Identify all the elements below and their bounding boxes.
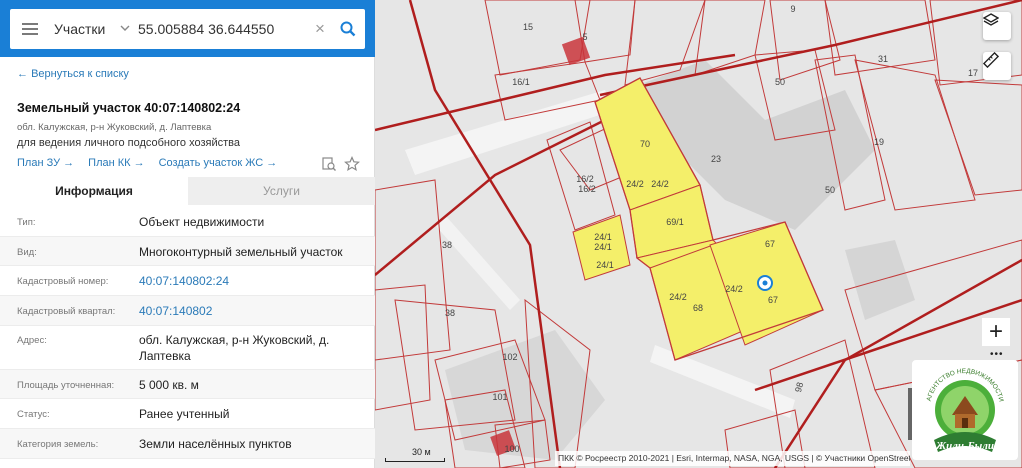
- parcel-label: 24/2: [626, 179, 644, 189]
- parcel-label: 24/2: [651, 179, 669, 189]
- parcel-label: 50: [775, 77, 785, 87]
- property-label: Кадастровый номер:: [17, 276, 109, 287]
- parcel-label: 24/2: [669, 292, 687, 302]
- property-row: Категория земель: Земли населённых пункт…: [0, 429, 375, 459]
- parcel-label: 16/1: [512, 77, 530, 87]
- parcel-label: 15: [523, 22, 533, 32]
- property-label: Площадь уточненная:: [17, 380, 115, 391]
- parcel-label: 102: [502, 352, 517, 362]
- back-arrow-icon: ←: [17, 68, 28, 80]
- property-label: Адрес:: [17, 335, 47, 346]
- property-label: Тип:: [17, 217, 36, 228]
- menu-icon[interactable]: [10, 9, 50, 49]
- create-plot-link[interactable]: Создать участок ЖС →: [159, 157, 278, 169]
- property-value: Ранее учтенный: [139, 407, 230, 421]
- layers-icon: [983, 13, 999, 26]
- search-box: Участки 55.005884 36.644550 ×: [10, 9, 365, 49]
- property-label: Категория земель:: [17, 439, 99, 450]
- search-document-icon[interactable]: [321, 156, 337, 172]
- parcel-label: 31: [878, 54, 888, 64]
- property-row: Тип: Объект недвижимости: [0, 207, 375, 237]
- chevron-down-icon[interactable]: [120, 23, 138, 35]
- search-mode-select[interactable]: Участки: [54, 21, 120, 37]
- ruler-icon: [983, 52, 999, 68]
- layers-button[interactable]: [983, 12, 1011, 40]
- svg-text:Жили-Были: Жили-Были: [935, 440, 994, 452]
- ruler-button[interactable]: [983, 52, 1011, 80]
- property-label: Вид:: [17, 247, 37, 258]
- property-value: Земли населённых пунктов: [139, 437, 292, 451]
- scale-label: 30 м: [412, 447, 431, 457]
- parcel-label: 67: [765, 239, 775, 249]
- parcel-label: 17: [968, 68, 978, 78]
- property-row: Адрес: обл. Калужская, р-н Жуковский, д.…: [0, 326, 375, 370]
- cadastral-quarter-link[interactable]: 40:07:140802: [139, 303, 361, 319]
- parcel-label: 68: [693, 303, 703, 313]
- property-row: Кадастровый квартал: 40:07:140802: [0, 296, 375, 326]
- parcel-label: 16/2: [578, 184, 596, 194]
- parcel-label: 24/2: [725, 284, 743, 294]
- parcel-label: 5: [582, 32, 587, 42]
- parcel-label: 70: [640, 139, 650, 149]
- search-header: Участки 55.005884 36.644550 ×: [0, 0, 388, 57]
- more-icon[interactable]: •••: [990, 349, 1004, 360]
- parcel-label: 24/1: [594, 242, 612, 252]
- property-value: 5 000 кв. м: [139, 378, 199, 392]
- tab-info[interactable]: Информация: [0, 177, 188, 205]
- parcel-label: 100: [504, 444, 519, 454]
- parcel-label: 38: [445, 308, 455, 318]
- clear-icon[interactable]: ×: [309, 19, 331, 39]
- parcel-label: 16/2: [576, 174, 594, 184]
- property-value: Многоконтурный земельный участок: [139, 245, 343, 259]
- tab-services[interactable]: Услуги: [188, 177, 375, 205]
- star-icon[interactable]: [344, 156, 360, 172]
- back-link[interactable]: ← Вернуться к списку: [17, 68, 129, 80]
- parcel-label: 38: [442, 240, 452, 250]
- property-label: Статус:: [17, 409, 50, 420]
- property-value: Объект недвижимости: [139, 215, 265, 229]
- plan-zu-link[interactable]: План ЗУ →: [17, 157, 74, 169]
- property-label: Кадастровый квартал:: [17, 306, 116, 317]
- plan-kk-link[interactable]: План КК →: [88, 157, 144, 169]
- plan-links: План ЗУ → План КК → Создать участок ЖС →: [17, 157, 277, 169]
- property-row: Площадь уточненная: 5 000 кв. м: [0, 370, 375, 399]
- land-purpose: для ведения личного подсобного хозяйства: [17, 137, 240, 149]
- address-summary: обл. Калужская, р-н Жуковский, д. Лаптев…: [17, 122, 212, 133]
- parcel-label: 9: [790, 4, 795, 14]
- search-button[interactable]: [331, 9, 365, 49]
- info-panel: ← Вернуться к списку Земельный участок 4…: [0, 57, 375, 468]
- parcel-label: 24/1: [596, 260, 614, 270]
- search-icon: [340, 21, 356, 37]
- property-row: Кадастровый номер: 40:07:140802:24: [0, 266, 375, 296]
- scale-bar: [385, 458, 445, 462]
- parcel-label: 69/1: [666, 217, 684, 227]
- parcel-label: 24/1: [594, 232, 612, 242]
- cadastral-number-link[interactable]: 40:07:140802:24: [139, 273, 361, 289]
- parcel-label: 50: [825, 185, 835, 195]
- property-row: Статус: Ранее учтенный: [0, 399, 375, 429]
- property-row: Вид: Многоконтурный земельный участок: [0, 237, 375, 266]
- agency-logo: АГЕНТСТВО НЕДВИЖИМОСТИ Жили-Были: [912, 360, 1018, 460]
- parcel-label: 23: [711, 154, 721, 164]
- tabs: Информация Услуги: [0, 177, 375, 205]
- page-title: Земельный участок 40:07:140802:24: [17, 101, 241, 115]
- property-value: обл. Калужская, р-н Жуковский, д. Лаптев…: [139, 333, 330, 363]
- properties-table: Тип: Объект недвижимости Вид: Многоконту…: [0, 207, 375, 459]
- map-attribution: ПКК © Росреестр 2010-2021 | Esri, Interm…: [555, 451, 910, 466]
- zoom-in-button[interactable]: +: [982, 318, 1010, 346]
- search-input[interactable]: 55.005884 36.644550: [138, 21, 309, 37]
- parcel-label: 67: [768, 295, 778, 305]
- parcel-label: 101: [492, 392, 507, 402]
- parcel-label: 19: [874, 137, 884, 147]
